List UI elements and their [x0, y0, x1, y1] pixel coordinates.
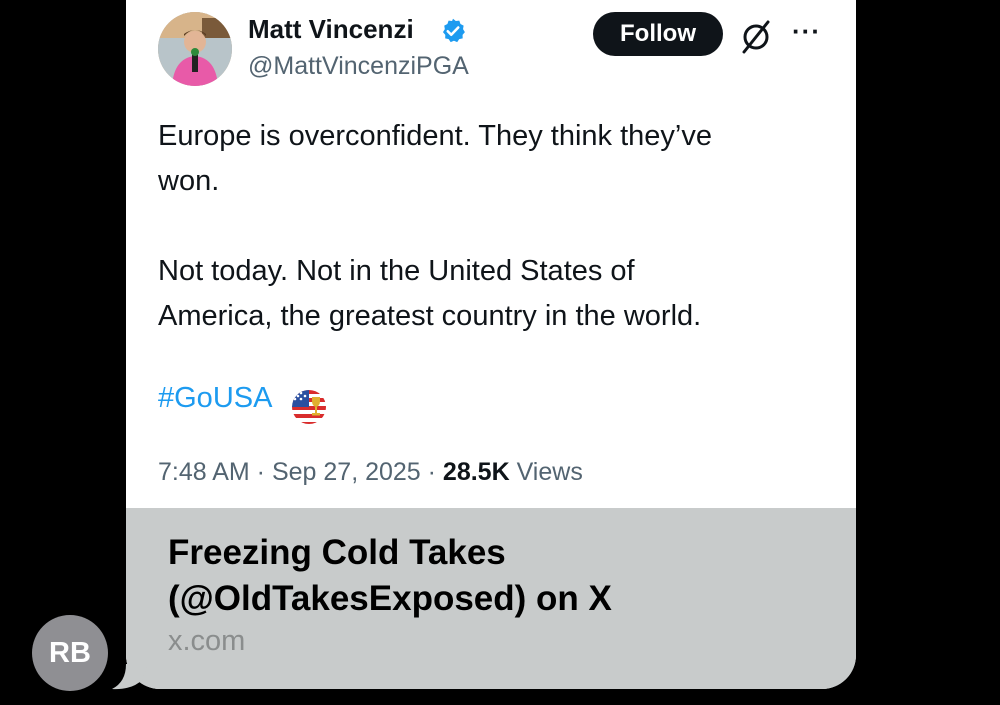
meta-separator: ·	[420, 458, 443, 486]
grok-icon[interactable]	[740, 18, 772, 54]
message-bubble[interactable]: Matt Vincenzi @MattVincenziPGA Follow ··…	[126, 0, 856, 689]
author-avatar[interactable]	[158, 12, 232, 86]
views-count: 28.5K	[442, 458, 510, 486]
author-name[interactable]: Matt Vincenzi	[248, 14, 414, 45]
link-preview-card[interactable]: Freezing Cold Takes (@OldTakesExposed) o…	[126, 508, 856, 689]
hashtag-link[interactable]: #GoUSA	[158, 382, 272, 415]
verified-badge-icon	[442, 18, 465, 43]
tweet-text: Europe is overconfident. They think they…	[158, 120, 713, 332]
embedded-tweet[interactable]: Matt Vincenzi @MattVincenziPGA Follow ··…	[126, 0, 856, 508]
follow-button[interactable]: Follow	[593, 12, 723, 56]
tweet-meta: 7:48 AM · Sep 27, 2025 · 28.5K Views	[158, 458, 583, 487]
usa-flag-emoji	[292, 390, 326, 424]
tweet-date[interactable]: Sep 27, 2025	[272, 458, 421, 486]
link-domain: x.com	[168, 625, 246, 657]
sender-avatar[interactable]: RB	[32, 615, 108, 691]
views-label: Views	[509, 458, 583, 486]
meta-separator: ·	[249, 458, 272, 486]
link-title[interactable]: Freezing Cold Takes (@OldTakesExposed) o…	[168, 530, 788, 622]
tweet-time[interactable]: 7:48 AM	[158, 458, 250, 486]
bubble-tail	[112, 664, 148, 690]
author-handle[interactable]: @MattVincenziPGA	[248, 52, 469, 81]
more-options-icon[interactable]: ···	[792, 16, 821, 47]
